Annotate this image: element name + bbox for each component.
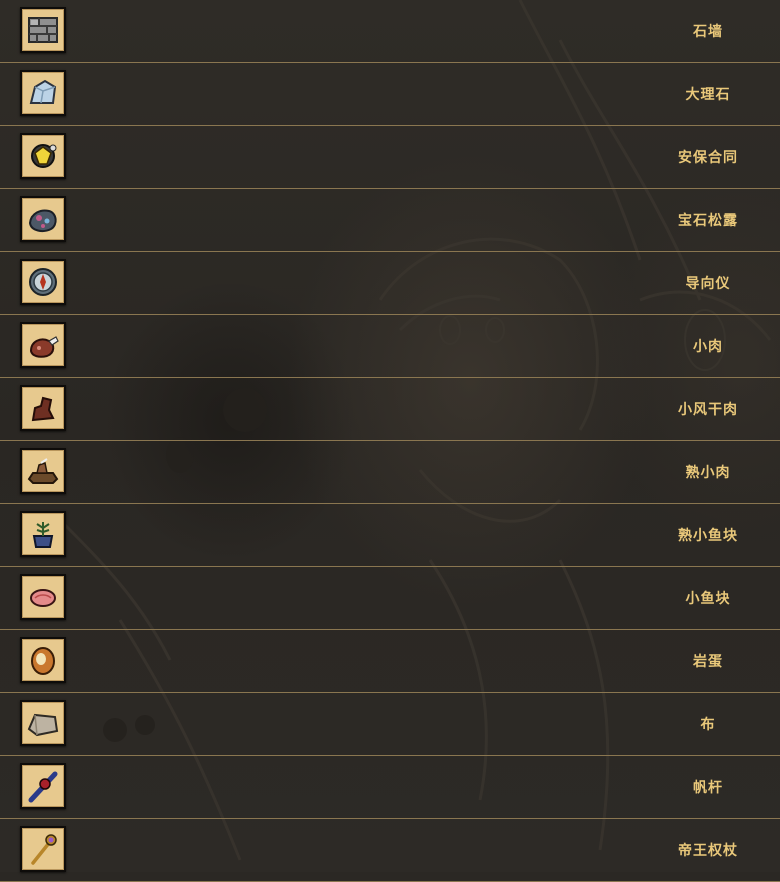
list-item[interactable]: 安保合同 bbox=[0, 126, 780, 189]
cloth-icon bbox=[20, 700, 66, 746]
royal-scepter-icon bbox=[20, 826, 66, 872]
cooked-morsel-icon bbox=[20, 448, 66, 494]
list-item[interactable]: 帝王权杖 bbox=[0, 819, 780, 882]
list-item[interactable]: 帆杆 bbox=[0, 756, 780, 819]
compass-icon bbox=[20, 259, 66, 305]
mast-icon bbox=[20, 763, 66, 809]
list-item[interactable]: 大理石 bbox=[0, 63, 780, 126]
item-name: 熟小肉 bbox=[685, 465, 731, 481]
list-item[interactable]: 布 bbox=[0, 693, 780, 756]
stone-wall-icon bbox=[20, 7, 66, 53]
item-list: 石墙 大理石 安保合同 宝石松露 导向仪 小肉 小风干肉 熟小肉 熟小鱼块 小鱼… bbox=[0, 0, 780, 882]
item-name: 石墙 bbox=[693, 24, 723, 40]
item-name: 岩蛋 bbox=[693, 654, 723, 670]
marble-icon bbox=[20, 70, 66, 116]
gem-truffle-icon bbox=[20, 196, 66, 242]
item-name: 布 bbox=[700, 717, 716, 733]
list-item[interactable]: 熟小肉 bbox=[0, 441, 780, 504]
list-item[interactable]: 石墙 bbox=[0, 0, 780, 63]
item-name: 小肉 bbox=[693, 339, 723, 355]
small-jerky-icon bbox=[20, 385, 66, 431]
list-item[interactable]: 导向仪 bbox=[0, 252, 780, 315]
list-item[interactable]: 小鱼块 bbox=[0, 567, 780, 630]
item-name: 小风干肉 bbox=[678, 402, 738, 418]
item-name: 小鱼块 bbox=[685, 591, 731, 607]
item-name: 安保合同 bbox=[678, 150, 738, 166]
item-name: 帆杆 bbox=[693, 780, 723, 796]
list-item[interactable]: 熟小鱼块 bbox=[0, 504, 780, 567]
list-item[interactable]: 岩蛋 bbox=[0, 630, 780, 693]
item-name: 导向仪 bbox=[685, 276, 731, 292]
rock-egg-icon bbox=[20, 637, 66, 683]
morsel-icon bbox=[20, 322, 66, 368]
list-item[interactable]: 小肉 bbox=[0, 315, 780, 378]
security-contract-icon bbox=[20, 133, 66, 179]
fish-morsel-icon bbox=[20, 574, 66, 620]
item-name: 宝石松露 bbox=[678, 213, 738, 229]
list-item[interactable]: 小风干肉 bbox=[0, 378, 780, 441]
list-item[interactable]: 宝石松露 bbox=[0, 189, 780, 252]
item-name: 熟小鱼块 bbox=[678, 528, 738, 544]
item-name: 大理石 bbox=[685, 87, 731, 103]
cooked-fish-morsel-icon bbox=[20, 511, 66, 557]
